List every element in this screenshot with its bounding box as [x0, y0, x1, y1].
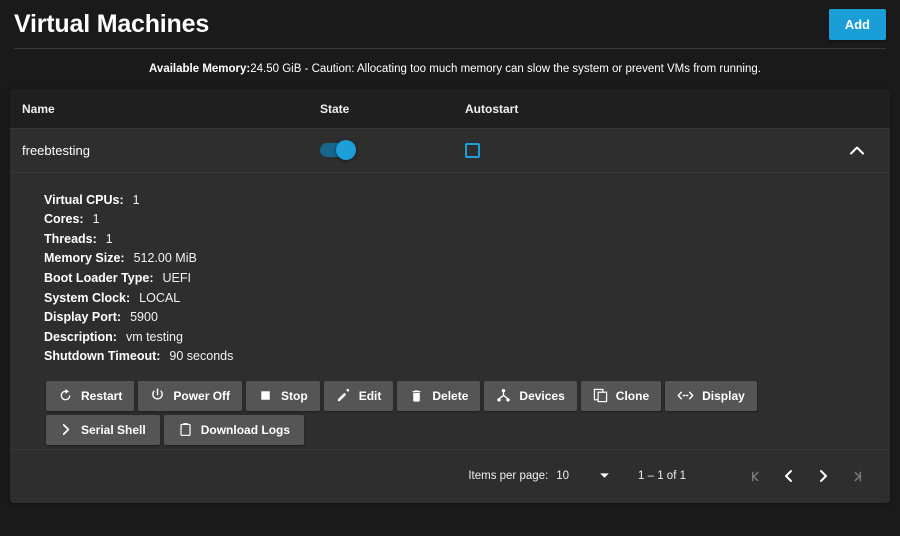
- vm-autostart-cell: [465, 142, 665, 158]
- available-memory-label: Available Memory:: [149, 63, 251, 75]
- available-memory-notice: Available Memory: 24.50 GiB - Caution: A…: [0, 49, 900, 89]
- button-label: Stop: [281, 388, 308, 403]
- detail-memory-size: Memory Size: 512.00 MiB: [44, 249, 890, 269]
- add-button[interactable]: Add: [828, 8, 886, 40]
- detail-threads: Threads: 1: [44, 230, 890, 250]
- detail-value: 90 seconds: [169, 349, 234, 364]
- detail-value: UEFI: [162, 270, 191, 285]
- restart-icon: [58, 388, 73, 403]
- detail-cores: Cores: 1: [44, 210, 890, 230]
- display-button[interactable]: Display: [665, 380, 757, 411]
- chevron-down-icon: [599, 470, 610, 482]
- vm-name-cell: freebtesting: [22, 142, 90, 158]
- button-label: Delete: [432, 388, 469, 403]
- button-label: Devices: [519, 388, 565, 403]
- trash-icon: [409, 388, 424, 403]
- download-logs-button[interactable]: Download Logs: [163, 414, 305, 445]
- page-header: Virtual Machines Add: [0, 0, 900, 48]
- vm-actions: Restart Power Off Stop Edit Delete Devic…: [10, 375, 890, 449]
- devices-button[interactable]: Devices: [484, 380, 577, 411]
- button-label: Power Off: [173, 388, 231, 403]
- detail-label: Memory Size:: [44, 251, 125, 266]
- detail-system-clock: System Clock: LOCAL: [44, 289, 890, 309]
- first-page-icon[interactable]: [738, 459, 772, 493]
- edit-button[interactable]: Edit: [323, 380, 394, 411]
- chevron-right-icon: [60, 423, 73, 436]
- vm-actions-row-1: Restart Power Off Stop Edit Delete Devic…: [46, 380, 890, 411]
- detail-value: 512.00 MiB: [133, 251, 197, 266]
- detail-shutdown-timeout: Shutdown Timeout: 90 seconds: [44, 347, 890, 367]
- detail-label: Boot Loader Type:: [44, 270, 154, 285]
- vm-state-cell: [320, 140, 465, 161]
- detail-label: Virtual CPUs:: [44, 192, 124, 207]
- items-per-page-label: Items per page:: [468, 470, 549, 483]
- button-label: Display: [702, 388, 745, 403]
- clone-button[interactable]: Clone: [580, 380, 662, 411]
- items-per-page-select[interactable]: Items per page: 10: [468, 470, 610, 482]
- detail-value: 5900: [130, 310, 158, 325]
- vm-state-toggle[interactable]: [320, 140, 356, 161]
- chevron-up-icon[interactable]: [846, 139, 868, 161]
- detail-label: System Clock:: [44, 290, 131, 305]
- last-page-icon[interactable]: [840, 459, 874, 493]
- items-per-page-value: 10: [556, 470, 570, 483]
- pagination-range: 1 – 1 of 1: [638, 470, 686, 483]
- column-header-autostart[interactable]: Autostart: [465, 102, 665, 116]
- vm-actions-row-2: Serial Shell Download Logs: [46, 414, 890, 445]
- pencil-icon: [336, 388, 351, 403]
- delete-button[interactable]: Delete: [397, 380, 481, 411]
- toggle-knob: [336, 140, 356, 161]
- detail-label: Description:: [44, 329, 117, 344]
- detail-value: LOCAL: [139, 290, 181, 305]
- detail-label: Cores:: [44, 212, 84, 227]
- serial-shell-button[interactable]: Serial Shell: [46, 414, 160, 445]
- page-title: Virtual Machines: [14, 9, 210, 38]
- button-label: Restart: [81, 388, 123, 403]
- stop-button[interactable]: Stop: [246, 380, 320, 411]
- devices-hub-icon: [496, 388, 511, 403]
- detail-display-port: Display Port: 5900: [44, 308, 890, 328]
- detail-label: Display Port:: [44, 310, 122, 325]
- detail-label: Threads:: [44, 231, 97, 246]
- detail-virtual-cpus: Virtual CPUs: 1: [44, 191, 890, 211]
- vm-table-card: Name State Autostart freebtesting Virtua…: [10, 89, 890, 503]
- vm-details-panel: Virtual CPUs: 1 Cores: 1 Threads: 1 Memo…: [10, 173, 890, 375]
- button-label: Clone: [615, 388, 650, 403]
- detail-label: Shutdown Timeout:: [44, 349, 161, 364]
- detail-value: vm testing: [125, 329, 183, 344]
- column-header-name[interactable]: Name: [10, 102, 320, 116]
- detail-value: 1: [132, 192, 140, 207]
- table-row[interactable]: freebtesting: [10, 129, 890, 173]
- detail-value: 1: [92, 212, 100, 227]
- pagination-bar: Items per page: 10 1 – 1 of 1: [10, 448, 890, 503]
- detail-boot-loader-type: Boot Loader Type: UEFI: [44, 269, 890, 289]
- button-label: Download Logs: [200, 422, 291, 437]
- next-page-icon[interactable]: [806, 459, 840, 493]
- power-icon: [150, 388, 165, 403]
- row-expand-cell: [665, 139, 890, 161]
- detail-description: Description: vm testing: [44, 328, 890, 348]
- display-arrows-icon: [677, 388, 694, 403]
- autostart-checkbox[interactable]: [465, 142, 480, 158]
- clipboard-icon: [178, 422, 193, 437]
- table-header-row: Name State Autostart: [10, 89, 890, 130]
- power-off-button[interactable]: Power Off: [138, 380, 243, 411]
- button-label: Edit: [358, 388, 382, 403]
- restart-button[interactable]: Restart: [46, 380, 135, 411]
- stop-icon: [258, 388, 273, 403]
- prev-page-icon[interactable]: [772, 459, 806, 493]
- column-header-state[interactable]: State: [320, 102, 465, 116]
- button-label: Serial Shell: [81, 422, 146, 437]
- clone-icon: [593, 388, 608, 403]
- detail-value: 1: [105, 231, 113, 246]
- available-memory-text: 24.50 GiB - Caution: Allocating too much…: [250, 63, 761, 75]
